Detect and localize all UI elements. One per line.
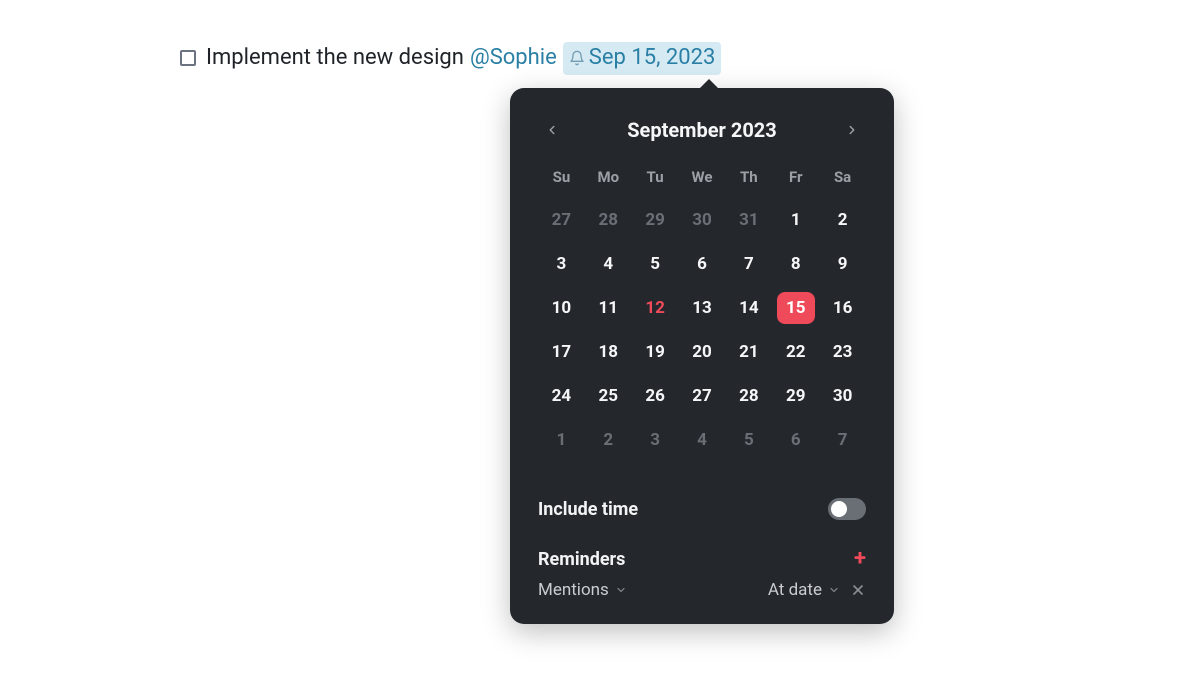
calendar-day[interactable]: 30	[679, 204, 726, 236]
toggle-knob	[831, 501, 847, 517]
calendar-day[interactable]: 13	[679, 292, 726, 324]
chevron-right-icon	[845, 123, 859, 137]
reminder-row: Mentions At date	[538, 576, 866, 600]
date-chip-label: Sep 15, 2023	[589, 43, 716, 74]
calendar-day[interactable]: 4	[585, 248, 632, 280]
calendar-grid: SuMoTuWeThFrSa27282930311234567891011121…	[538, 168, 866, 456]
mention-chip[interactable]: @Sophie	[470, 43, 557, 74]
calendar-day[interactable]: 31	[725, 204, 772, 236]
calendar-day[interactable]: 18	[585, 336, 632, 368]
calendar-day[interactable]: 21	[725, 336, 772, 368]
calendar-day[interactable]: 9	[819, 248, 866, 280]
remove-reminder-button[interactable]	[850, 582, 866, 598]
calendar-dow: Fr	[772, 168, 819, 192]
add-reminder-button[interactable]: +	[854, 548, 866, 570]
reminder-type-select[interactable]: Mentions	[538, 580, 627, 600]
calendar-day[interactable]: 2	[585, 424, 632, 456]
close-icon	[850, 582, 866, 598]
calendar-day[interactable]: 30	[819, 380, 866, 412]
calendar-day[interactable]: 5	[632, 248, 679, 280]
include-time-row: Include time	[538, 484, 866, 534]
calendar-day[interactable]: 7	[725, 248, 772, 280]
calendar-day[interactable]: 1	[772, 204, 819, 236]
calendar-day[interactable]: 16	[819, 292, 866, 324]
calendar-day[interactable]: 7	[819, 424, 866, 456]
calendar-day[interactable]: 8	[772, 248, 819, 280]
calendar-day[interactable]: 25	[585, 380, 632, 412]
calendar-day[interactable]: 6	[772, 424, 819, 456]
calendar-day[interactable]: 6	[679, 248, 726, 280]
task-checkbox[interactable]	[180, 50, 196, 66]
bell-icon	[569, 50, 585, 66]
calendar-day[interactable]: 14	[725, 292, 772, 324]
calendar-day[interactable]: 22	[772, 336, 819, 368]
calendar-day[interactable]: 26	[632, 380, 679, 412]
calendar-day[interactable]: 3	[538, 248, 585, 280]
calendar-dow: Th	[725, 168, 772, 192]
calendar-day[interactable]: 28	[585, 204, 632, 236]
calendar-dow: We	[679, 168, 726, 192]
calendar-day[interactable]: 27	[538, 204, 585, 236]
calendar-day[interactable]: 10	[538, 292, 585, 324]
date-picker-popover: September 2023 SuMoTuWeThFrSa27282930311…	[510, 88, 894, 624]
chevron-down-icon	[828, 584, 840, 596]
calendar-day[interactable]: 29	[632, 204, 679, 236]
calendar-day[interactable]: 2	[819, 204, 866, 236]
task-text: Implement the new design	[206, 43, 464, 74]
prev-month-button[interactable]	[538, 116, 566, 144]
calendar-day[interactable]: 24	[538, 380, 585, 412]
reminder-when-label: At date	[768, 580, 822, 600]
reminders-header-row: Reminders +	[538, 534, 866, 576]
calendar-day[interactable]: 4	[679, 424, 726, 456]
include-time-toggle[interactable]	[828, 498, 866, 520]
calendar-dow: Tu	[632, 168, 679, 192]
calendar-header: September 2023	[538, 116, 866, 144]
calendar-day[interactable]: 15	[777, 292, 815, 324]
calendar-day[interactable]: 5	[725, 424, 772, 456]
date-chip[interactable]: Sep 15, 2023	[563, 42, 722, 75]
next-month-button[interactable]	[838, 116, 866, 144]
reminders-label: Reminders	[538, 549, 625, 570]
include-time-label: Include time	[538, 499, 638, 520]
calendar-day[interactable]: 3	[632, 424, 679, 456]
calendar-dow: Mo	[585, 168, 632, 192]
reminder-type-label: Mentions	[538, 580, 609, 600]
calendar-day[interactable]: 19	[632, 336, 679, 368]
calendar-day[interactable]: 1	[538, 424, 585, 456]
calendar-day[interactable]: 23	[819, 336, 866, 368]
calendar-dow: Sa	[819, 168, 866, 192]
calendar-day[interactable]: 27	[679, 380, 726, 412]
calendar-dow: Su	[538, 168, 585, 192]
chevron-left-icon	[545, 123, 559, 137]
calendar-day[interactable]: 11	[585, 292, 632, 324]
calendar-day[interactable]: 17	[538, 336, 585, 368]
calendar-day[interactable]: 12	[632, 292, 679, 324]
calendar-day[interactable]: 28	[725, 380, 772, 412]
calendar-day[interactable]: 20	[679, 336, 726, 368]
calendar-month-title: September 2023	[627, 118, 777, 142]
calendar-day[interactable]: 29	[772, 380, 819, 412]
task-row: Implement the new design @Sophie Sep 15,…	[180, 42, 721, 75]
chevron-down-icon	[615, 584, 627, 596]
reminder-when-select[interactable]: At date	[768, 580, 840, 600]
